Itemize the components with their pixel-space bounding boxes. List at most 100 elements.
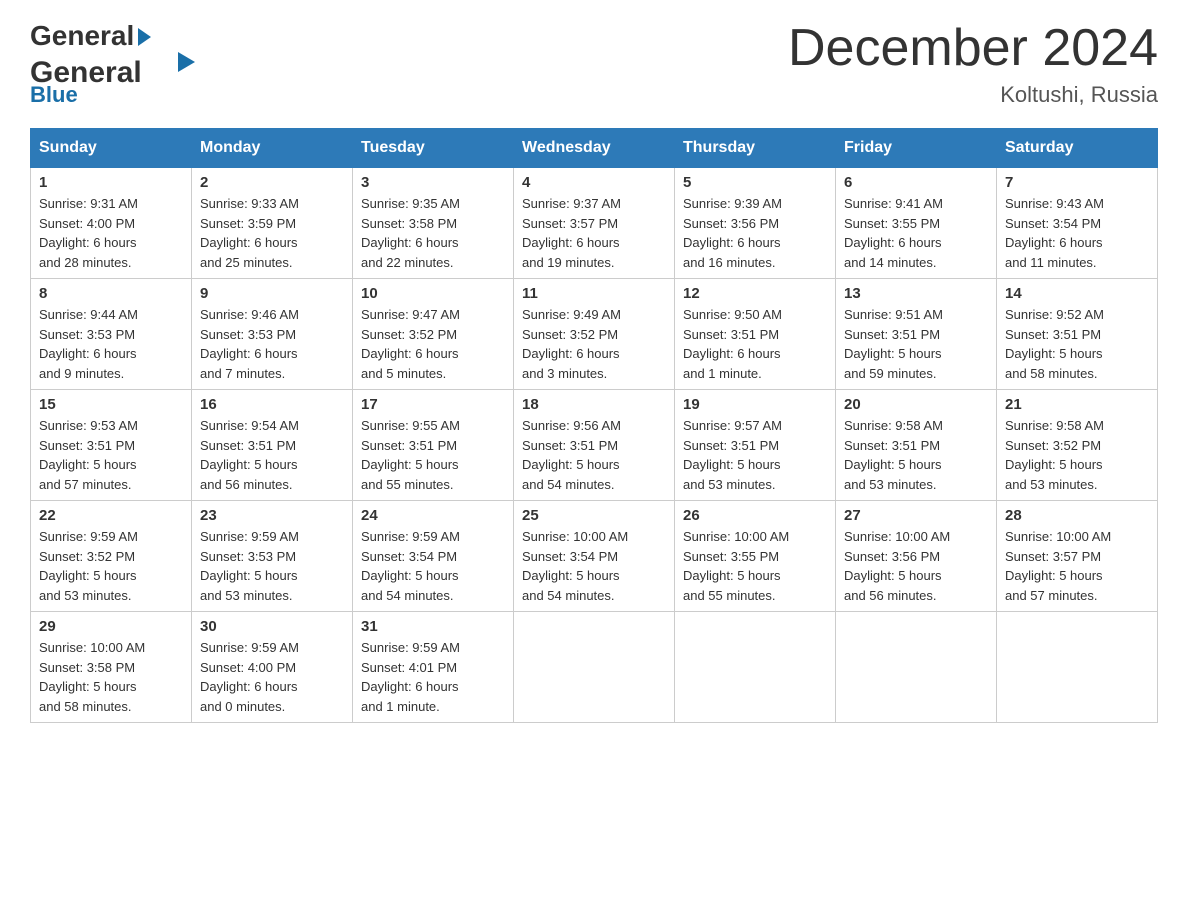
day-info: Sunrise: 9:37 AMSunset: 3:57 PMDaylight:… (522, 194, 666, 272)
svg-text:Blue: Blue (30, 82, 78, 104)
header-sunday: Sunday (31, 129, 192, 168)
day-info: Sunrise: 9:35 AMSunset: 3:58 PMDaylight:… (361, 194, 505, 272)
day-number: 24 (361, 507, 505, 524)
day-info: Sunrise: 9:41 AMSunset: 3:55 PMDaylight:… (844, 194, 988, 272)
day-cell: 4Sunrise: 9:37 AMSunset: 3:57 PMDaylight… (514, 168, 675, 279)
day-cell: 22 Sunrise: 9:59 AMSunset: 3:52 PMDayligh… (31, 501, 192, 612)
day-cell (997, 612, 1158, 723)
month-title: December 2024 (788, 20, 1158, 77)
day-number: 27 (844, 507, 988, 524)
day-cell: 10 Sunrise: 9:47 AMSunset: 3:52 PMDayligh… (353, 279, 514, 390)
header-saturday: Saturday (997, 129, 1158, 168)
day-cell: 8Sunrise: 9:44 AMSunset: 3:53 PMDaylight… (31, 279, 192, 390)
week-row-1: 1Sunrise: 9:31 AMSunset: 4:00 PMDaylight… (31, 168, 1158, 279)
page-header: General General Blue December 2024 Koltu… (30, 20, 1158, 108)
day-cell: 24 Sunrise: 9:59 AMSunset: 3:54 PMDayligh… (353, 501, 514, 612)
day-info: Sunrise: 10:00 AMSunset: 3:57 PMDaylight… (1005, 527, 1149, 605)
day-info: Sunrise: 9:52 AMSunset: 3:51 PMDaylight:… (1005, 305, 1149, 383)
day-info: Sunrise: 10:00 AMSunset: 3:54 PMDaylight… (522, 527, 666, 605)
day-cell: 18 Sunrise: 9:56 AMSunset: 3:51 PMDayligh… (514, 390, 675, 501)
day-number: 3 (361, 174, 505, 191)
day-cell: 19Sunrise: 9:57 AMSunset: 3:51 PMDayligh… (675, 390, 836, 501)
day-number: 13 (844, 285, 988, 302)
header-wednesday: Wednesday (514, 129, 675, 168)
day-info: Sunrise: 9:59 AMSunset: 4:00 PMDaylight:… (200, 638, 344, 716)
day-cell: 31Sunrise: 9:59 AMSunset: 4:01 PMDayligh… (353, 612, 514, 723)
day-info: Sunrise: 10:00 AMSunset: 3:58 PMDaylight… (39, 638, 183, 716)
day-info: Sunrise: 9:59 AMSunset: 3:53 PMDaylight:… (200, 527, 344, 605)
day-cell: 3 Sunrise: 9:35 AMSunset: 3:58 PMDaylight… (353, 168, 514, 279)
day-number: 16 (200, 396, 344, 413)
day-number: 17 (361, 396, 505, 413)
day-info: Sunrise: 9:50 AMSunset: 3:51 PMDaylight:… (683, 305, 827, 383)
week-row-4: 22 Sunrise: 9:59 AMSunset: 3:52 PMDayligh… (31, 501, 1158, 612)
logo-svg: General Blue (30, 44, 200, 104)
day-cell: 14 Sunrise: 9:52 AMSunset: 3:51 PMDayligh… (997, 279, 1158, 390)
day-number: 10 (361, 285, 505, 302)
day-info: Sunrise: 9:44 AMSunset: 3:53 PMDaylight:… (39, 305, 183, 383)
day-cell: 30 Sunrise: 9:59 AMSunset: 4:00 PMDayligh… (192, 612, 353, 723)
day-info: Sunrise: 9:58 AMSunset: 3:52 PMDaylight:… (1005, 416, 1149, 494)
day-info: Sunrise: 9:59 AMSunset: 3:52 PMDaylight:… (39, 527, 183, 605)
day-number: 20 (844, 396, 988, 413)
day-cell: 7 Sunrise: 9:43 AMSunset: 3:54 PMDaylight… (997, 168, 1158, 279)
day-number: 26 (683, 507, 827, 524)
day-info: Sunrise: 9:59 AMSunset: 3:54 PMDaylight:… (361, 527, 505, 605)
day-info: Sunrise: 10:00 AMSunset: 3:55 PMDaylight… (683, 527, 827, 605)
header-tuesday: Tuesday (353, 129, 514, 168)
day-info: Sunrise: 9:58 AMSunset: 3:51 PMDaylight:… (844, 416, 988, 494)
day-info: Sunrise: 9:33 AMSunset: 3:59 PMDaylight:… (200, 194, 344, 272)
day-cell: 23 Sunrise: 9:59 AMSunset: 3:53 PMDayligh… (192, 501, 353, 612)
location: Koltushi, Russia (788, 82, 1158, 108)
day-info: Sunrise: 9:47 AMSunset: 3:52 PMDaylight:… (361, 305, 505, 383)
day-number: 18 (522, 396, 666, 413)
day-cell: 6Sunrise: 9:41 AMSunset: 3:55 PMDaylight… (836, 168, 997, 279)
day-info: Sunrise: 9:54 AMSunset: 3:51 PMDaylight:… (200, 416, 344, 494)
day-cell: 2 Sunrise: 9:33 AMSunset: 3:59 PMDaylight… (192, 168, 353, 279)
day-number: 29 (39, 618, 183, 635)
day-cell: 26 Sunrise: 10:00 AMSunset: 3:55 PMDaylig… (675, 501, 836, 612)
day-cell: 29 Sunrise: 10:00 AMSunset: 3:58 PMDaylig… (31, 612, 192, 723)
title-section: December 2024 Koltushi, Russia (788, 20, 1158, 108)
header-thursday: Thursday (675, 129, 836, 168)
day-number: 21 (1005, 396, 1149, 413)
day-cell: 21 Sunrise: 9:58 AMSunset: 3:52 PMDayligh… (997, 390, 1158, 501)
day-info: Sunrise: 10:00 AMSunset: 3:56 PMDaylight… (844, 527, 988, 605)
week-row-5: 29 Sunrise: 10:00 AMSunset: 3:58 PMDaylig… (31, 612, 1158, 723)
day-number: 23 (200, 507, 344, 524)
day-number: 9 (200, 285, 344, 302)
day-info: Sunrise: 9:53 AMSunset: 3:51 PMDaylight:… (39, 416, 183, 494)
day-cell: 25 Sunrise: 10:00 AMSunset: 3:54 PMDaylig… (514, 501, 675, 612)
day-cell: 13 Sunrise: 9:51 AMSunset: 3:51 PMDayligh… (836, 279, 997, 390)
day-number: 5 (683, 174, 827, 191)
day-cell (675, 612, 836, 723)
day-cell: 12Sunrise: 9:50 AMSunset: 3:51 PMDayligh… (675, 279, 836, 390)
day-cell: 16 Sunrise: 9:54 AMSunset: 3:51 PMDayligh… (192, 390, 353, 501)
day-cell: 20 Sunrise: 9:58 AMSunset: 3:51 PMDayligh… (836, 390, 997, 501)
day-number: 25 (522, 507, 666, 524)
day-cell: 27 Sunrise: 10:00 AMSunset: 3:56 PMDaylig… (836, 501, 997, 612)
day-info: Sunrise: 9:46 AMSunset: 3:53 PMDaylight:… (200, 305, 344, 383)
logo: General General Blue (30, 20, 200, 104)
day-number: 30 (200, 618, 344, 635)
day-number: 14 (1005, 285, 1149, 302)
day-number: 15 (39, 396, 183, 413)
day-number: 22 (39, 507, 183, 524)
day-info: Sunrise: 9:56 AMSunset: 3:51 PMDaylight:… (522, 416, 666, 494)
calendar-header-row: SundayMondayTuesdayWednesdayThursdayFrid… (31, 129, 1158, 168)
day-info: Sunrise: 9:55 AMSunset: 3:51 PMDaylight:… (361, 416, 505, 494)
day-number: 19 (683, 396, 827, 413)
day-cell: 9 Sunrise: 9:46 AMSunset: 3:53 PMDaylight… (192, 279, 353, 390)
day-cell: 15 Sunrise: 9:53 AMSunset: 3:51 PMDayligh… (31, 390, 192, 501)
day-cell (836, 612, 997, 723)
day-number: 7 (1005, 174, 1149, 191)
day-cell: 17 Sunrise: 9:55 AMSunset: 3:51 PMDayligh… (353, 390, 514, 501)
day-number: 28 (1005, 507, 1149, 524)
day-info: Sunrise: 9:51 AMSunset: 3:51 PMDaylight:… (844, 305, 988, 383)
day-info: Sunrise: 9:43 AMSunset: 3:54 PMDaylight:… (1005, 194, 1149, 272)
day-number: 2 (200, 174, 344, 191)
header-monday: Monday (192, 129, 353, 168)
day-number: 31 (361, 618, 505, 635)
day-info: Sunrise: 9:49 AMSunset: 3:52 PMDaylight:… (522, 305, 666, 383)
day-cell: 28 Sunrise: 10:00 AMSunset: 3:57 PMDaylig… (997, 501, 1158, 612)
